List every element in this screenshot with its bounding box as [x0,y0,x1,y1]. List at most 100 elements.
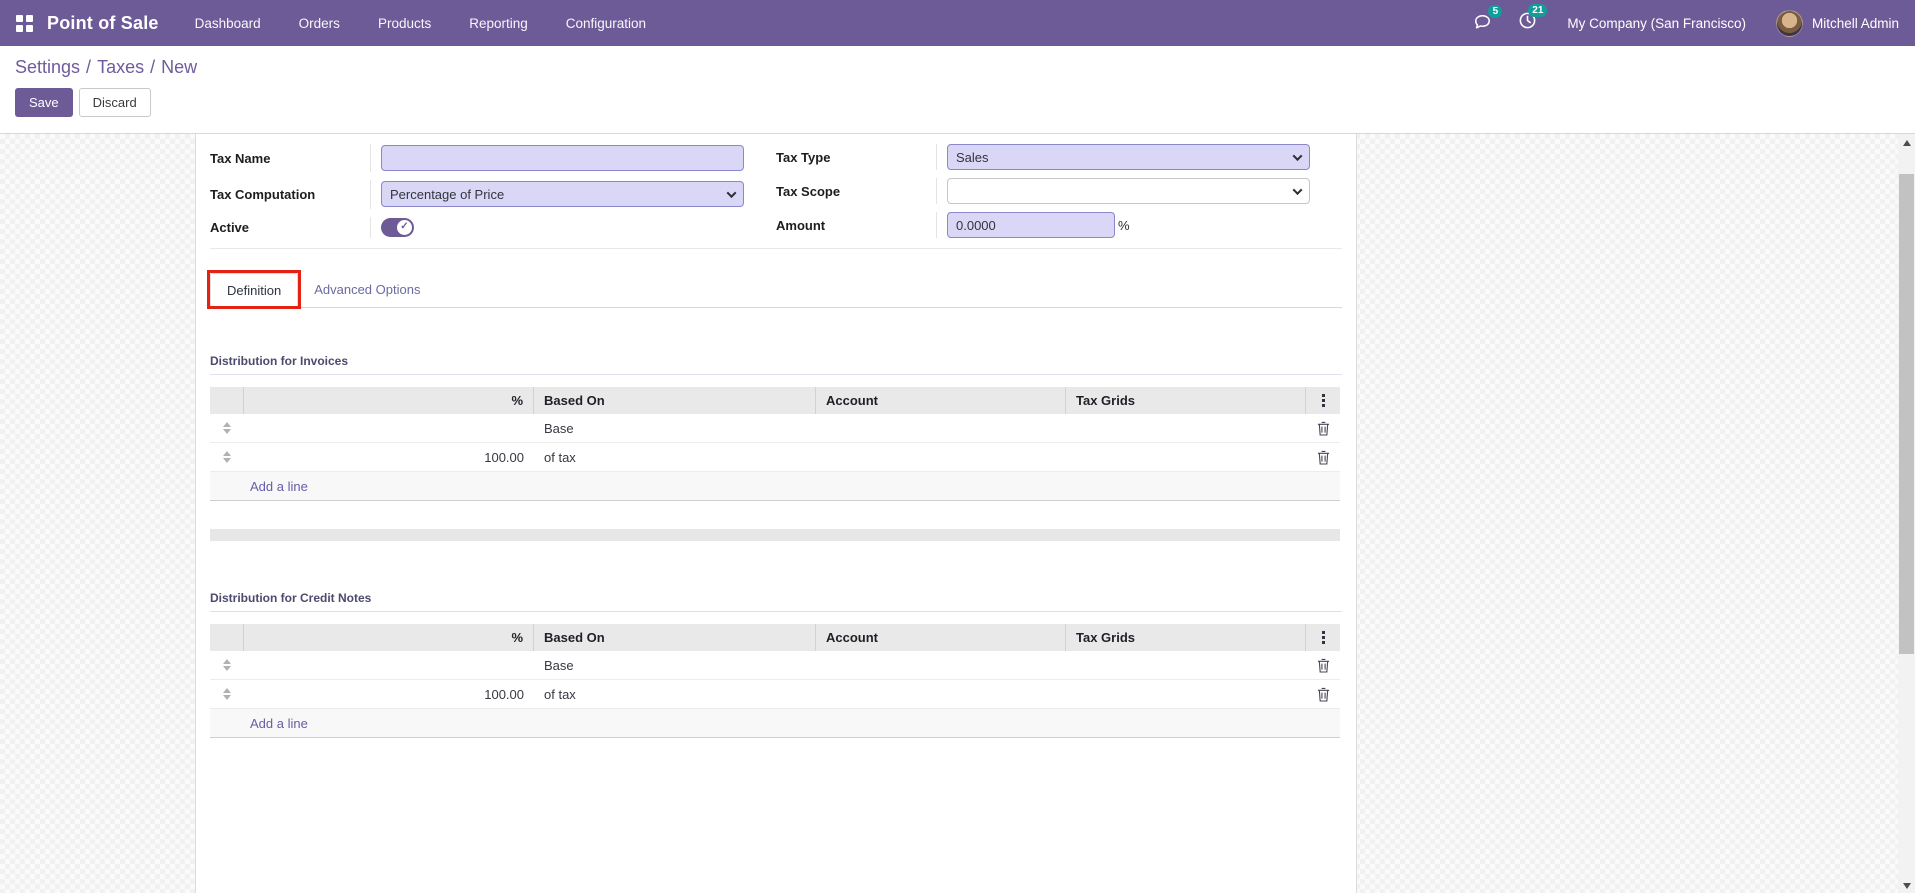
table-row[interactable]: Base [210,651,1340,680]
vertical-scrollbar[interactable] [1898,134,1915,893]
amount-cell: % [937,212,1342,238]
based-on-cell[interactable]: Base [534,658,816,673]
table-row[interactable]: 100.00 of tax [210,680,1340,709]
amount-input[interactable] [947,212,1115,238]
based-on-cell[interactable]: of tax [534,687,816,702]
kebab-menu-icon[interactable] [1321,631,1325,644]
percent-cell[interactable]: 100.00 [244,450,534,465]
nav-item-dashboard[interactable]: Dashboard [195,16,261,31]
table-row[interactable]: 100.00 of tax [210,443,1340,472]
amount-unit: % [1118,217,1130,233]
breadcrumb-separator: / [86,57,92,77]
drag-handle-icon[interactable] [220,659,234,671]
tax-name-input[interactable] [381,145,744,172]
handle-column-header [210,387,244,414]
tax-grids-column-header[interactable]: Tax Grids [1066,624,1306,651]
tax-type-value: Sales [956,149,989,165]
messages-button[interactable]: 5 [1473,4,1503,35]
form-view-content: Tax Name Tax Computation Percentage of P… [0,133,1915,893]
arrow-up-icon [1902,139,1911,146]
credit-notes-table: % Based On Account Tax Grids Base 100.00… [210,624,1340,738]
scrollbar-thumb[interactable] [1899,174,1914,654]
invoices-table-header: % Based On Account Tax Grids [210,387,1340,414]
active-cell: ✓ [371,217,776,237]
credit-notes-table-header: % Based On Account Tax Grids [210,624,1340,651]
table-row[interactable]: Base [210,414,1340,443]
breadcrumb-separator: / [150,57,156,77]
tax-computation-select[interactable]: Percentage of Price [381,181,744,208]
form-group-right: Tax Type Sales Tax Scope Amount 0.0000 % [776,144,1342,249]
app-name[interactable]: Point of Sale [47,13,159,34]
form-field-grid: Tax Name Tax Computation Percentage of P… [210,144,1342,249]
delete-row-button[interactable] [1306,687,1340,702]
tax-computation-value: Percentage of Price [390,186,505,202]
tax-grids-column-header[interactable]: Tax Grids [1066,387,1306,414]
nav-item-configuration[interactable]: Configuration [566,16,646,31]
notebook-tabs: Definition Advanced Options [207,270,1342,309]
delete-row-button[interactable] [1306,421,1340,436]
breadcrumb-taxes[interactable]: Taxes [97,57,144,77]
percent-cell[interactable]: 100.00 [244,687,534,702]
drag-handle-icon[interactable] [220,422,234,434]
nav-item-orders[interactable]: Orders [299,16,340,31]
nav-menu: Dashboard Orders Products Reporting Conf… [195,16,646,31]
user-avatar [1775,9,1803,37]
tab-advanced-options[interactable]: Advanced Options [298,273,436,307]
control-panel: Settings / Taxes / New Save Discard [0,46,1915,133]
add-a-line-link[interactable]: Add a line [250,479,308,494]
active-toggle[interactable]: ✓ [381,217,414,237]
based-on-cell[interactable]: of tax [534,450,816,465]
tax-computation-label: Tax Computation [210,180,371,209]
drag-handle-icon[interactable] [220,688,234,700]
add-a-line-link[interactable]: Add a line [250,716,308,731]
delete-row-button[interactable] [1306,658,1340,673]
activities-button[interactable]: 21 [1518,4,1548,35]
invoices-section-title: Distribution for Invoices [210,354,1342,375]
based-on-cell[interactable]: Base [534,421,816,436]
save-button[interactable]: Save [15,88,73,117]
control-panel-buttons: Save Discard [15,88,1900,117]
navbar-right: 5 21 My Company (San Francisco) Mitchell… [1447,4,1899,37]
breadcrumb-settings[interactable]: Settings [15,57,80,77]
tax-scope-select[interactable] [947,178,1310,204]
tax-type-label: Tax Type [776,144,937,170]
based-on-column-header[interactable]: Based On [534,624,816,651]
toggle-check-icon: ✓ [397,219,412,235]
company-switcher[interactable]: My Company (San Francisco) [1567,16,1746,31]
scrollbar-down-button[interactable] [1898,877,1915,893]
chevron-down-icon [1292,184,1303,195]
nav-item-products[interactable]: Products [378,16,431,31]
percent-column-header[interactable]: % [244,387,534,414]
arrow-down-icon [1902,882,1911,889]
amount-label: Amount [776,212,937,238]
messages-badge: 5 [1488,4,1503,18]
scrollbar-up-button[interactable] [1898,134,1915,151]
form-sheet: Tax Name Tax Computation Percentage of P… [195,134,1357,893]
discard-button[interactable]: Discard [78,88,151,117]
breadcrumb-new: New [161,57,198,77]
drag-handle-icon[interactable] [220,451,234,463]
nav-item-reporting[interactable]: Reporting [469,16,528,31]
tax-type-cell: Sales [937,144,1342,170]
percent-column-header[interactable]: % [244,624,534,651]
trash-icon [1317,450,1329,465]
account-column-header[interactable]: Account [816,624,1066,651]
apps-grid-icon[interactable] [16,14,33,32]
section-separator-bar [210,529,1340,541]
kebab-menu-icon[interactable] [1321,394,1325,407]
delete-row-button[interactable] [1306,450,1340,465]
tax-name-label: Tax Name [210,144,371,173]
trash-icon [1317,658,1329,673]
tax-type-select[interactable]: Sales [947,144,1310,170]
based-on-column-header[interactable]: Based On [534,387,816,414]
tax-scope-cell [937,178,1342,204]
user-menu[interactable]: Mitchell Admin [1775,9,1899,37]
tax-name-cell [371,145,776,172]
chevron-down-icon [726,188,737,199]
tax-computation-cell: Percentage of Price [371,181,776,208]
top-navbar: Point of Sale Dashboard Orders Products … [0,0,1915,46]
tax-scope-label: Tax Scope [776,178,937,204]
account-column-header[interactable]: Account [816,387,1066,414]
tab-definition[interactable]: Definition [207,270,302,309]
activities-badge: 21 [1528,4,1548,17]
